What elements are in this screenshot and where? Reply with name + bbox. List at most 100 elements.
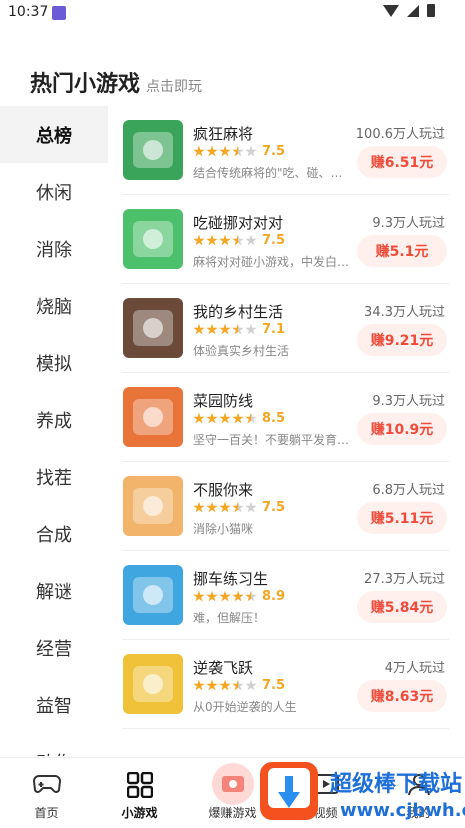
sidebar-item-category[interactable]: 找茬: [0, 448, 108, 505]
star-icon: [232, 323, 244, 335]
star-icon: [232, 412, 244, 424]
game-player-count: 27.3万人玩过: [364, 572, 445, 587]
star-icon: [193, 234, 205, 246]
game-description: 结合传统麻将的"吃、碰、…: [193, 166, 343, 180]
game-name: 吃碰挪对对对: [193, 214, 284, 232]
sidebar-item-category[interactable]: 消除: [0, 220, 108, 277]
star-icon: [206, 412, 218, 424]
earn-button[interactable]: 赚10.9元: [357, 413, 447, 445]
star-icon: [193, 145, 205, 157]
sidebar-item-category[interactable]: 合成: [0, 505, 108, 562]
star-icon: [193, 679, 205, 691]
sidebar-item-category[interactable]: 经营: [0, 619, 108, 676]
star-icon: [232, 234, 244, 246]
star-icon: [232, 590, 244, 602]
gamepad-icon: [32, 772, 61, 800]
game-name: 逆袭飞跃: [193, 659, 254, 677]
game-score: 8.9: [262, 589, 286, 604]
sidebar-item-category[interactable]: 烧脑: [0, 277, 108, 334]
status-bar: 10:37: [0, 0, 465, 26]
star-icon: [245, 323, 257, 335]
tab-grid[interactable]: 小游戏: [93, 758, 186, 828]
earn-button[interactable]: 赚8.63元: [357, 680, 447, 712]
page-title: 热门小游戏: [30, 72, 141, 97]
game-rating: 7.5: [193, 144, 285, 159]
sidebar-item-category[interactable]: 休闲: [0, 163, 108, 220]
game-description: 从0开始逆袭的人生: [193, 700, 297, 714]
sidebar-item-category[interactable]: 动作: [0, 733, 108, 757]
game-player-count: 4万人玩过: [384, 661, 445, 676]
star-icon: [245, 679, 257, 691]
star-icon: [219, 412, 231, 424]
tab-gamepad[interactable]: 首页: [0, 758, 93, 828]
game-list-item[interactable]: 我的乡村生活 7.1 体验真实乡村生活 34.3万人玩过 赚9.21元: [108, 284, 465, 373]
game-thumbnail[interactable]: [123, 120, 183, 180]
game-thumbnail[interactable]: [123, 565, 183, 625]
tab-label: 首页: [34, 806, 59, 820]
status-time: 10:37: [8, 4, 49, 20]
battery-icon: [427, 4, 435, 17]
star-icon: [219, 323, 231, 335]
star-icon: [206, 145, 218, 157]
game-list-item[interactable]: 菜园防线 8.5 坚守一百关！不要躺平发育… 9.3万人玩过 赚10.9元: [108, 373, 465, 462]
grid-icon: [126, 771, 153, 802]
star-icon: [219, 679, 231, 691]
game-rating: 8.9: [193, 589, 285, 604]
game-score: 8.5: [262, 411, 286, 426]
game-list-item[interactable]: 逆袭飞跃 7.5 从0开始逆袭的人生 4万人玩过 赚8.63元: [108, 640, 465, 729]
star-icon: [219, 590, 231, 602]
game-score: 7.5: [262, 144, 286, 159]
game-list-item[interactable]: 疯狂麻将 7.5 结合传统麻将的"吃、碰、… 100.6万人玩过赚6.51元: [108, 106, 465, 195]
star-icon: [245, 590, 257, 602]
game-player-count: 9.3万人玩过: [372, 216, 445, 231]
game-name: 菜园防线: [193, 392, 254, 410]
game-description: 难，但解压！: [193, 611, 266, 625]
game-thumbnail[interactable]: [123, 476, 183, 536]
page-subtitle: 点击即玩: [146, 79, 203, 95]
game-player-count: 9.3万人玩过: [372, 394, 445, 409]
star-icon: [219, 501, 231, 513]
wifi-icon: [383, 4, 399, 17]
star-icon: [206, 501, 218, 513]
game-player-count: 6.8万人玩过: [372, 483, 445, 498]
category-sidebar: 总榜休闲消除烧脑模拟养成找茬合成解谜经营益智动作: [0, 106, 108, 756]
game-name: 疯狂麻将: [193, 125, 254, 143]
star-icon: [245, 412, 257, 424]
game-thumbnail[interactable]: [123, 298, 183, 358]
star-icon: [232, 501, 244, 513]
sidebar-item-category[interactable]: 养成: [0, 391, 108, 448]
game-rating: 7.1: [193, 322, 285, 337]
sidebar-item-category[interactable]: 解谜: [0, 562, 108, 619]
earn-button[interactable]: 赚9.21元: [357, 324, 447, 356]
status-icons: [383, 4, 435, 17]
star-icon: [193, 590, 205, 602]
star-icon: [193, 412, 205, 424]
star-icon: [245, 145, 257, 157]
game-thumbnail[interactable]: [123, 209, 183, 269]
svg-text:www.cjbwh.com: www.cjbwh.com: [340, 800, 465, 821]
star-icon: [206, 679, 218, 691]
game-thumbnail[interactable]: [123, 387, 183, 447]
game-rating: 8.5: [193, 411, 285, 426]
game-list-item[interactable]: 吃碰挪对对对 7.5 麻将对对碰小游戏，中发白… 9.3万人玩过 赚5.1元: [108, 195, 465, 284]
sidebar-item-category[interactable]: 模拟: [0, 334, 108, 391]
earn-button[interactable]: 赚5.84元: [357, 591, 447, 623]
sidebar-item-category[interactable]: 益智: [0, 676, 108, 733]
earn-button[interactable]: 赚6.51元: [357, 146, 447, 178]
game-list-item[interactable]: 挪车练习生 8.9 难，但解压！ 27.3万人玩过 赚5.84元: [108, 551, 465, 640]
earn-button[interactable]: 赚5.11元: [357, 502, 447, 534]
game-score: 7.5: [262, 233, 286, 248]
watermark-logo: 超级棒下载站 www.cjbwh.com: [260, 762, 465, 821]
game-list-item[interactable]: 不服你来 7.5 消除小猫咪 6.8万人玩过 赚5.11元: [108, 462, 465, 551]
star-icon: [245, 501, 257, 513]
star-icon: [206, 323, 218, 335]
star-icon: [245, 234, 257, 246]
sidebar-item-category[interactable]: 总榜: [0, 106, 108, 163]
divider: [122, 728, 449, 729]
game-player-count: 100.6万人玩过: [355, 127, 445, 142]
game-thumbnail[interactable]: [123, 654, 183, 714]
game-name: 不服你来: [193, 481, 254, 499]
star-icon: [232, 145, 244, 157]
signal-icon: [407, 4, 419, 17]
earn-button[interactable]: 赚5.1元: [357, 235, 447, 267]
